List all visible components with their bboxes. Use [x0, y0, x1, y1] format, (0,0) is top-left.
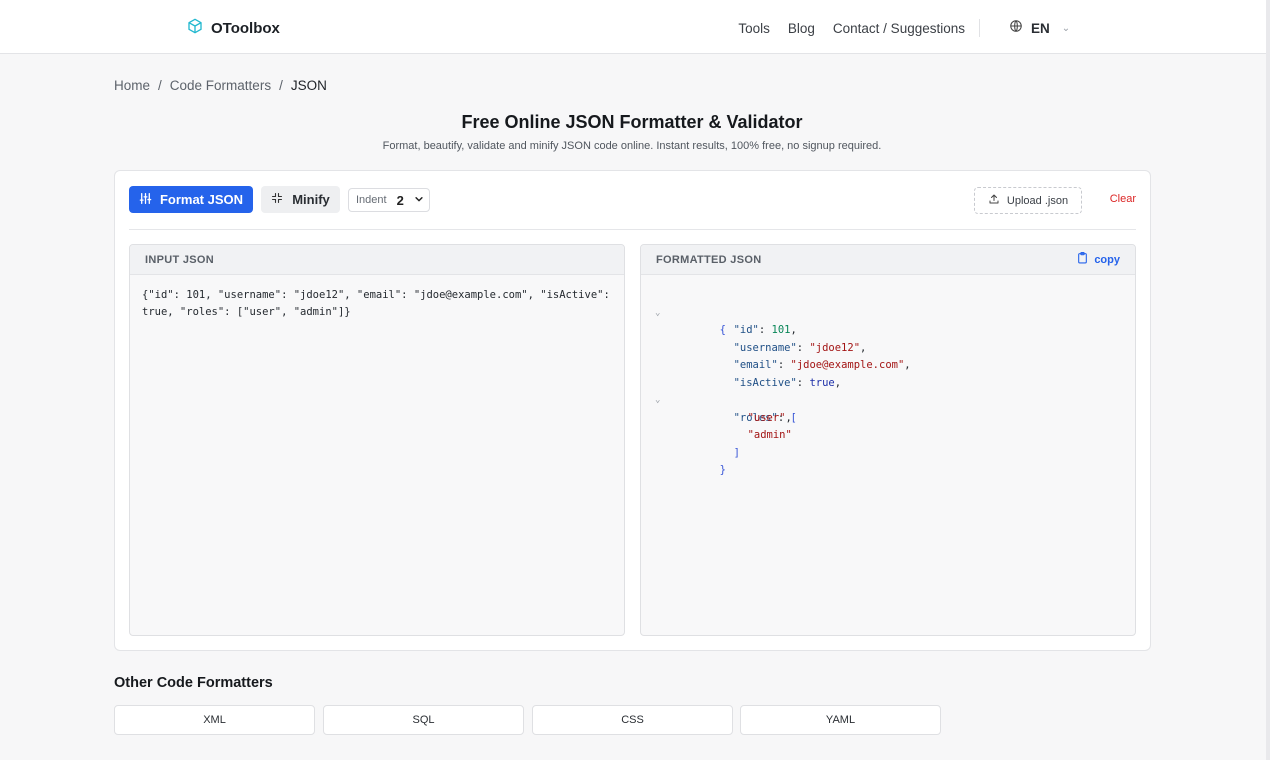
formatter-toolbar: Format JSON Minify Indent 2 Upload .json…	[129, 186, 1136, 216]
indent-label: Indent	[356, 194, 387, 206]
cube-icon	[187, 18, 203, 39]
upload-label: Upload .json	[1006, 194, 1069, 207]
formatter-link-sql[interactable]: SQL	[323, 705, 524, 735]
toolbar-divider	[129, 229, 1136, 230]
output-pane-header: FORMATTED JSON copy	[641, 245, 1135, 275]
breadcrumb-separator: /	[158, 78, 162, 93]
nav-tools-link[interactable]: Tools	[738, 21, 770, 36]
site-logo[interactable]: OToolbox	[187, 18, 280, 39]
copy-label: copy	[1094, 253, 1120, 266]
input-pane: INPUT JSON {"id": 101, "username": "jdoe…	[129, 244, 625, 636]
json-line: ]	[655, 427, 1135, 459]
page-scrollbar[interactable]	[1266, 0, 1270, 760]
chevron-down-icon	[414, 191, 424, 209]
json-line: "username": "jdoe12",	[655, 322, 1135, 354]
breadcrumb: Home / Code Formatters / JSON	[114, 78, 327, 93]
breadcrumb-home[interactable]: Home	[114, 78, 150, 93]
other-formatters-title: Other Code Formatters	[114, 675, 273, 691]
sliders-icon	[139, 192, 152, 208]
chevron-down-icon: ⌄	[1061, 23, 1071, 34]
formatter-link-xml[interactable]: XML	[114, 705, 315, 735]
indent-select[interactable]: Indent 2	[348, 188, 430, 212]
globe-icon	[1009, 19, 1023, 38]
logo-text: OToolbox	[211, 20, 280, 37]
page-subtitle: Format, beautify, validate and minify JS…	[382, 140, 882, 152]
json-line: }	[655, 445, 1135, 476]
copy-button[interactable]: copy	[1077, 252, 1120, 267]
language-selector[interactable]: EN ⌄	[1009, 19, 1070, 38]
breadcrumb-category[interactable]: Code Formatters	[170, 78, 271, 93]
minify-label: Minify	[292, 192, 330, 207]
breadcrumb-current: JSON	[290, 78, 327, 93]
upload-icon	[988, 193, 1000, 208]
language-code: EN	[1031, 21, 1050, 36]
input-pane-header: INPUT JSON	[130, 245, 624, 275]
nav-contact-link[interactable]: Contact / Suggestions	[833, 21, 965, 36]
json-brace: }	[719, 464, 726, 476]
output-pane-title: FORMATTED JSON	[656, 253, 762, 266]
json-output-tree[interactable]: ⌄ { "id": 101, "username": "jdoe12", "em…	[641, 275, 1135, 477]
indent-value: 2	[396, 192, 404, 208]
nav-divider	[979, 19, 980, 37]
json-line: "isActive": true,	[655, 357, 1135, 389]
json-line: "user",	[655, 392, 1135, 424]
json-line: "id": 101,	[655, 305, 1135, 336]
nav-blog-link[interactable]: Blog	[788, 21, 815, 36]
output-pane: FORMATTED JSON copy ⌄ { "id": 101, "user…	[640, 244, 1136, 636]
json-line: ⌄ {	[655, 287, 1135, 337]
formatter-link-css[interactable]: CSS	[532, 705, 733, 735]
json-input-editor[interactable]: {"id": 101, "username": "jdoe12", "email…	[130, 275, 624, 333]
format-json-label: Format JSON	[159, 192, 244, 207]
formatter-card: Format JSON Minify Indent 2 Upload .json…	[114, 170, 1151, 651]
clipboard-icon	[1077, 252, 1088, 267]
json-line: "admin"	[655, 410, 1135, 441]
breadcrumb-separator: /	[279, 78, 283, 93]
main-nav: Tools Blog Contact / Suggestions	[720, 19, 980, 37]
formatter-link-yaml[interactable]: YAML	[740, 705, 941, 735]
minimize-icon	[271, 192, 283, 207]
input-pane-title: INPUT JSON	[145, 253, 215, 266]
clear-button[interactable]: Clear	[1110, 193, 1136, 205]
page-title: Free Online JSON Formatter & Validator	[461, 112, 803, 132]
json-line: "email": "jdoe@example.com",	[655, 340, 1135, 371]
json-line: ⌄ "roles": [	[655, 375, 1135, 424]
format-json-button[interactable]: Format JSON	[129, 186, 253, 213]
top-navbar: OToolbox Tools Blog Contact / Suggestion…	[0, 0, 1270, 54]
upload-json-button[interactable]: Upload .json	[974, 187, 1082, 214]
minify-button[interactable]: Minify	[261, 186, 340, 213]
